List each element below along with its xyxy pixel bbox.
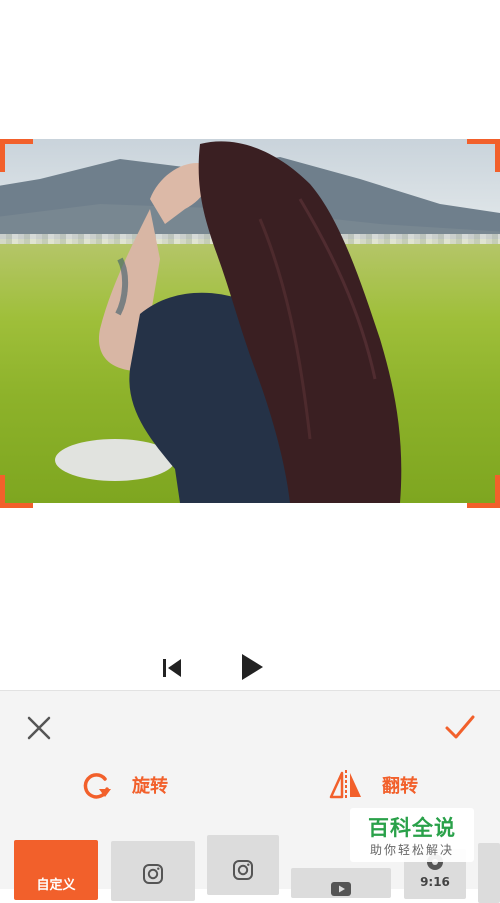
- watermark-subtitle: 助你轻松解决: [369, 843, 454, 857]
- checkmark-icon[interactable]: [444, 713, 476, 741]
- rotate-icon: [83, 773, 111, 799]
- play-icon[interactable]: [236, 652, 266, 682]
- ratio-more[interactable]: [478, 843, 500, 903]
- ratio-instagram-square[interactable]: [111, 841, 195, 901]
- crop-handle-top-right[interactable]: [467, 139, 500, 172]
- crop-handle-bottom-right[interactable]: [467, 475, 500, 508]
- ratio-instagram-portrait[interactable]: [207, 835, 279, 895]
- ratio-custom[interactable]: 自定义: [14, 840, 98, 900]
- flip-label: 翻转: [382, 776, 418, 797]
- ratio-youtube[interactable]: [291, 868, 391, 898]
- watermark-title: 百科全说: [368, 816, 456, 840]
- ratio-9-16-label: 9:16: [420, 875, 450, 889]
- youtube-icon: [331, 882, 351, 896]
- crop-handle-bottom-left[interactable]: [0, 475, 33, 508]
- rotate-button[interactable]: 旋转: [78, 765, 168, 805]
- close-icon[interactable]: [26, 715, 52, 741]
- crop-handle-top-left[interactable]: [0, 139, 33, 172]
- rotate-label: 旋转: [132, 776, 168, 797]
- ratio-custom-label: 自定义: [36, 878, 76, 893]
- woman-figure: [98, 141, 402, 503]
- flip-button[interactable]: 翻转: [328, 765, 418, 805]
- playback-controls: [0, 648, 500, 688]
- watermark-badge: 百科全说 助你轻松解决: [350, 808, 474, 862]
- video-preview: [0, 0, 500, 690]
- video-frame: [0, 139, 500, 503]
- flip-icon: [329, 770, 361, 800]
- skip-previous-icon[interactable]: [160, 656, 184, 680]
- instagram-icon: [143, 864, 163, 884]
- instagram-icon: [233, 860, 253, 880]
